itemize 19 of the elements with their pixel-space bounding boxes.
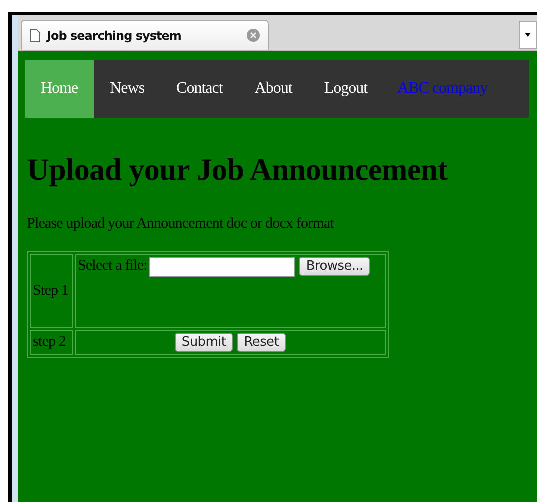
- form-button[interactable]: Submit: [174, 333, 234, 352]
- intro-text: Please upload your Announcement doc or docx format: [27, 216, 336, 233]
- field-label: Select a file:: [78, 258, 148, 274]
- nav-link[interactable]: Contact: [160, 60, 239, 118]
- page-heading: Upload your Job Announcement: [27, 152, 449, 188]
- tab-list-dropdown[interactable]: [519, 21, 537, 49]
- form-button[interactable]: Reset: [237, 333, 286, 352]
- step-label: step 2: [30, 330, 73, 355]
- close-icon[interactable]: [247, 29, 260, 42]
- tab-title: Job searching system: [47, 28, 182, 42]
- caret-icon: [525, 33, 531, 37]
- nav-link[interactable]: About: [238, 60, 308, 118]
- file-input[interactable]: [149, 257, 296, 277]
- step-label: Step 1: [30, 254, 73, 328]
- nav-link[interactable]: Logout: [308, 60, 384, 118]
- browse-button[interactable]: Browse...: [299, 257, 370, 276]
- page-icon: [30, 28, 41, 42]
- nav-link[interactable]: News: [94, 60, 161, 118]
- browser-tab[interactable]: Job searching system: [21, 20, 269, 50]
